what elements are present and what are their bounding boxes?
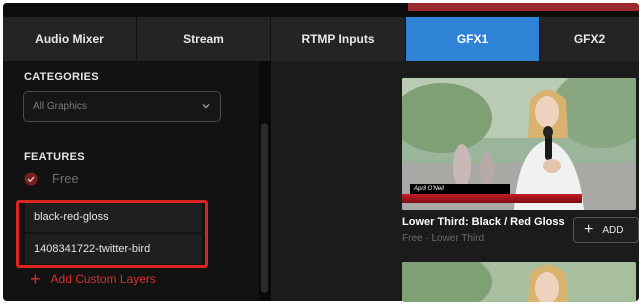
top-strip [3, 3, 639, 17]
highlight-box [16, 200, 208, 268]
lower-third-bar [402, 194, 582, 203]
add-button-label: ADD [602, 224, 624, 236]
add-custom-layers-button[interactable]: + Add Custom Layers [30, 270, 156, 288]
add-custom-layers-label: Add Custom Layers [50, 272, 156, 286]
features-title: FEATURES [24, 151, 85, 163]
tab-bar: Audio Mixer Stream RTMP Inputs GFX1 GFX2 [3, 17, 639, 61]
graphic-title: Lower Third: Black / Red Gloss [402, 216, 565, 228]
graphic-thumbnail[interactable]: April O'Neil [402, 78, 636, 210]
plus-icon: + [30, 269, 41, 289]
plus-icon: + [584, 221, 594, 238]
add-graphic-button[interactable]: + ADD [573, 217, 639, 243]
tab-gfx1[interactable]: GFX1 [406, 17, 540, 61]
category-select-value: All Graphics [33, 101, 87, 112]
lower-third-name: April O'Neil [410, 184, 510, 194]
categories-title: CATEGORIES [24, 71, 99, 83]
check-circle-icon [24, 172, 38, 185]
sidebar-scroll-thumb[interactable] [261, 123, 268, 293]
chevron-down-icon [202, 104, 210, 109]
feature-free-label: Free [52, 171, 79, 186]
tab-rtmp-inputs[interactable]: RTMP Inputs [271, 17, 406, 61]
tab-gfx2[interactable]: GFX2 [540, 17, 639, 61]
tab-stream[interactable]: Stream [137, 17, 271, 61]
thumbnail-image [402, 262, 636, 302]
graphic-thumbnail[interactable] [402, 262, 636, 302]
tab-audio-mixer[interactable]: Audio Mixer [3, 17, 137, 61]
graphic-subtitle: Free · Lower Third [402, 233, 485, 244]
feature-free[interactable]: Free [24, 171, 79, 186]
category-select[interactable]: All Graphics [23, 91, 221, 122]
top-preview-strip [408, 3, 639, 11]
